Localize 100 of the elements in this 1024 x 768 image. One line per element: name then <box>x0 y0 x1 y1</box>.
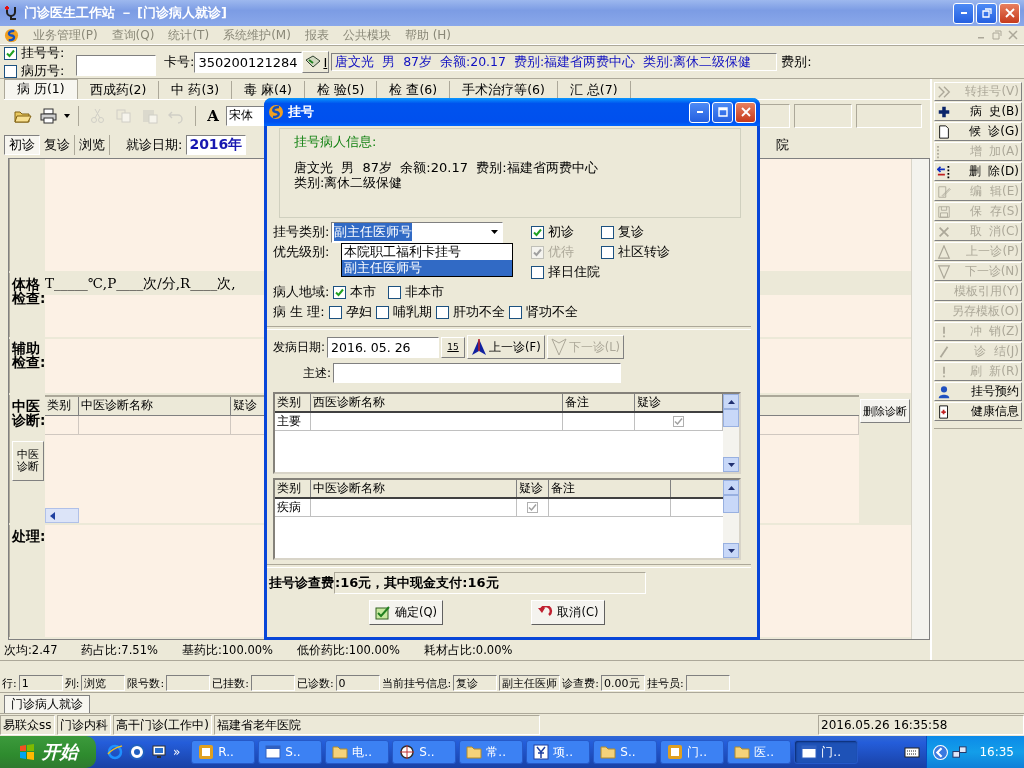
fee-type-label: 费别: <box>781 53 812 71</box>
window-tab[interactable]: 门诊病人就诊 <box>4 695 90 713</box>
stat-text: 耗材占比:0.00% <box>424 642 513 658</box>
visit-date-label: 就诊日期: <box>126 136 183 154</box>
ok-button[interactable]: 确定(Q) <box>369 600 443 625</box>
status-label: 当前挂号信息: <box>381 675 452 691</box>
checkbox-label: 复诊 <box>618 223 644 241</box>
taskbar-button[interactable]: S.. <box>392 740 457 764</box>
visit-mode-button[interactable]: 浏览 <box>75 135 110 155</box>
card-reader-button[interactable]: I <box>302 51 330 73</box>
column-header: 疑诊 <box>517 480 549 497</box>
tab[interactable]: 病 历(1) <box>4 79 78 99</box>
stat-text: 药占比:7.51% <box>81 642 158 658</box>
section-label: 处理: <box>12 529 47 544</box>
window-title: 门诊医生工作站 － [门诊病人就诊] <box>24 4 227 22</box>
patient-info-field: 唐文光 男 87岁 余额:20.17 费别:福建省两费中心 类别:离休二级保健 <box>331 53 778 71</box>
tcm-diagnosis-button[interactable]: 中医诊断 <box>12 441 44 482</box>
status-label: 已挂数: <box>212 675 249 691</box>
taskbar-button[interactable]: 项.. <box>526 740 591 764</box>
checkbox-label: 初诊 <box>548 223 574 241</box>
taskbar-button[interactable]: S.. <box>258 740 323 764</box>
delete-diagnosis-button[interactable]: 删除诊断 <box>860 399 910 423</box>
stat-text: 低价药比:100.00% <box>296 642 400 658</box>
sidebar-button[interactable]: 挂号预约 <box>934 382 1022 401</box>
checkbox-label: 择日住院 <box>548 263 600 281</box>
status-label: 列: <box>64 675 80 691</box>
sidebar-button[interactable]: 病 史(B) <box>934 102 1022 121</box>
tab[interactable]: 中 药(3) <box>159 81 233 99</box>
status-field: 1 <box>18 675 63 691</box>
patient-info-text: 唐文光 男 87岁 余额:20.17 费别:福建省两费中心 <box>294 160 599 175</box>
field-label: 病 生 理: <box>273 303 325 321</box>
section-label: 体格检查: <box>12 277 46 306</box>
sidebar-button[interactable]: 候 诊(G) <box>934 122 1022 141</box>
type-dropdown[interactable]: 副主任医师号 <box>331 221 504 243</box>
section-label: 中医诊断: <box>12 399 47 428</box>
dialog-title: 挂号 <box>288 103 314 121</box>
column-header: 备注 <box>563 394 635 411</box>
status-bar-cell: 福建省老年医院 <box>213 715 540 735</box>
diagnosis-grid[interactable]: 类别 西医诊断名称 备注 疑诊 主要 <box>273 392 741 474</box>
nav-button[interactable]: 上一诊(F) <box>467 335 545 359</box>
stat-text: 次均:2.47 <box>4 642 58 658</box>
column-header: 备注 <box>549 480 671 497</box>
dropdown-option[interactable]: 本院职工福利卡挂号 <box>342 244 512 260</box>
checkbox-label: 孕妇 <box>345 303 372 321</box>
visit-mode-button[interactable]: 初诊 <box>4 135 40 155</box>
cancel-button[interactable]: 取消(C) <box>531 600 605 625</box>
date-field[interactable]: 2016. 05. 26 <box>327 336 440 358</box>
column-header: 中医诊断名称 <box>311 480 517 497</box>
taskbar-button[interactable]: 电.. <box>325 740 390 764</box>
column-header: 西医诊断名称 <box>311 394 563 411</box>
column-header: 类别 <box>45 397 79 415</box>
sidebar-button[interactable]: 删 除(D) <box>934 162 1022 181</box>
status-field: 0 <box>335 675 380 691</box>
hint-text: 院 <box>776 136 790 154</box>
checkbox-label: 肾功不全 <box>525 303 578 321</box>
tab[interactable]: 西成药(2) <box>77 81 160 99</box>
taskbar-button[interactable]: 门.. <box>660 740 725 764</box>
stat-text: 基药比:100.00% <box>181 642 273 658</box>
more-button[interactable]: » <box>173 745 181 759</box>
font-button[interactable]: A <box>204 107 222 125</box>
checkbox-label: 病历号: <box>21 62 65 80</box>
column-header: 中医诊断名称 <box>79 397 231 415</box>
visit-date-field[interactable]: 2016年 <box>186 135 247 155</box>
checkbox-label: 哺乳期 <box>392 303 432 321</box>
column-header: 类别 <box>275 394 311 411</box>
status-bar-cell: 2016.05.26 16:35:58 <box>818 715 1024 735</box>
taskbar-button[interactable]: 门.. <box>794 740 859 764</box>
checkbox-label: 挂号号: <box>21 44 65 62</box>
field-label: 优先级别: <box>273 243 330 261</box>
column-header: 类别 <box>275 480 311 497</box>
status-bar-cell: 易联众ss <box>0 715 55 735</box>
sidebar-button[interactable]: 健康信息 <box>934 402 1022 421</box>
taskbar-button[interactable]: S.. <box>593 740 658 764</box>
taskbar-button[interactable]: 常.. <box>459 740 524 764</box>
calendar-button[interactable]: 15 <box>441 336 466 358</box>
status-bar-cell: 高干门诊(工作中) <box>112 715 212 735</box>
fee-field: :16元，其中现金支付:16元 <box>334 572 646 594</box>
vitals-template: T_____℃,P____次/分,R____次, <box>45 275 236 293</box>
patient-info-text: 类别:离休二级保健 <box>294 175 404 190</box>
group-title: 挂号病人信息: <box>294 133 378 151</box>
checkbox-label: 非本市 <box>405 283 445 301</box>
status-field: 浏览 <box>81 675 126 691</box>
field-label: 发病日期: <box>273 338 326 356</box>
diagnosis-grid[interactable]: 类别 中医诊断名称 疑诊 备注 疾病 <box>273 478 741 560</box>
checkbox-label: 本市 <box>350 283 377 301</box>
fee-label: 挂号诊查费 <box>269 574 334 592</box>
table-cell: 疾病 <box>277 499 301 516</box>
start-button[interactable]: 开始 <box>0 736 96 768</box>
status-label: 行: <box>2 675 17 691</box>
card-number-field[interactable]: 350200121284 <box>194 51 303 73</box>
dropdown-option[interactable]: 副主任医师号 <box>342 260 512 276</box>
visit-mode-button[interactable]: 复诊 <box>40 135 75 155</box>
clock: 16:35 <box>979 745 1014 759</box>
status-label: 挂号员: <box>647 675 684 691</box>
card-label: 卡号: <box>164 53 195 71</box>
taskbar-button[interactable]: 医.. <box>727 740 792 764</box>
taskbar-button[interactable]: R.. <box>191 740 256 764</box>
status-field: 0.00元 <box>601 675 646 691</box>
status-field: 复诊 <box>453 675 498 691</box>
checkbox-label: 优待 <box>548 243 574 261</box>
